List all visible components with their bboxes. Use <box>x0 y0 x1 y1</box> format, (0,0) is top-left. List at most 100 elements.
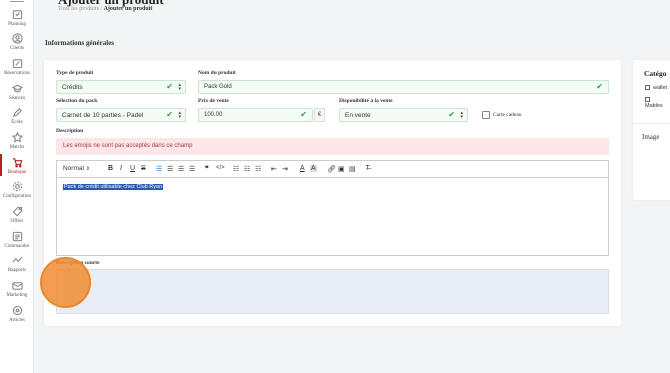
updown-icon: ▴ ▾ <box>178 82 181 92</box>
checkbox-icon <box>645 85 650 91</box>
sidebar-item-boutique[interactable]: Boutique <box>0 154 34 176</box>
product-name-label: Nom du produit <box>198 70 236 76</box>
availability-select[interactable]: En vente ✔ ▴ ▾ <box>339 108 468 122</box>
short-description-input[interactable] <box>56 269 609 314</box>
link-icon[interactable]: 🔗︎ <box>327 165 336 173</box>
breadcrumb-parent-link[interactable]: Tous les produits / <box>58 6 102 12</box>
list-icon <box>12 231 22 242</box>
sidebar-item-matchs[interactable]: Matchs <box>0 132 34 150</box>
gift-card-label: Carte cadeau <box>493 112 522 118</box>
format-select-value: Normal <box>63 165 84 172</box>
sidebar-item-label: École <box>11 120 23 125</box>
checkbox-icon <box>645 97 650 103</box>
product-name-input[interactable]: Pack Gold ✔ <box>198 80 609 94</box>
check-icon: ✔ <box>596 82 603 91</box>
ordered-list-icon[interactable]: ☷ <box>233 165 239 173</box>
sidebar-item-commandes[interactable]: Commandes <box>0 231 34 249</box>
gear-icon <box>12 181 22 192</box>
image-section-title: Image <box>642 133 660 141</box>
sale-price-input[interactable]: 100,00 ✔ <box>198 108 313 122</box>
categories-title: Catégo <box>644 69 667 78</box>
category-option[interactable]: wallet <box>645 85 667 91</box>
sidebar-item-rapports[interactable]: Rapports <box>0 255 34 273</box>
sidebar-item-reservations[interactable]: Réservations <box>0 58 34 76</box>
blockquote-icon[interactable]: ❞ <box>205 165 209 173</box>
format-select[interactable]: Normal ⇕ <box>63 165 90 172</box>
availability-label: Disponibilité à la vente <box>339 98 393 104</box>
bullet-list-icon[interactable]: ☷ <box>244 165 250 173</box>
align-left-icon[interactable]: ☰ <box>156 165 162 173</box>
calendar-edit-icon <box>12 59 22 69</box>
description-editor[interactable]: Pack de crédit utilisable chez Club Ryan <box>56 177 609 256</box>
align-center-icon[interactable]: ☰ <box>167 165 173 173</box>
sidebar-item-articles[interactable]: Articles <box>0 305 34 323</box>
checklist-icon[interactable]: ☷ <box>255 165 261 173</box>
star-icon <box>11 132 23 143</box>
availability-value: En vente <box>345 112 371 119</box>
product-type-select[interactable]: Crédits ✔ ▴ ▾ <box>56 80 186 94</box>
align-justify-icon[interactable]: ☰ <box>189 165 195 173</box>
sidebar-item-top[interactable] <box>0 0 34 2</box>
pack-selection-select[interactable]: Carnet de 10 parties - Padel ✔ ▴ ▾ <box>56 108 186 122</box>
tag-icon <box>12 206 22 217</box>
sidebar-item-ecole[interactable]: École <box>0 107 34 125</box>
bg-color-icon[interactable]: A <box>310 165 317 172</box>
sale-price-value: 100,00 <box>204 112 223 118</box>
sale-price-label: Prix de vente <box>198 98 229 104</box>
breadcrumb: Tous les produits / Ajouter un produit <box>58 6 152 12</box>
category-option-label: Mables <box>645 103 663 109</box>
sidebar-item-label: Rapports <box>7 268 27 273</box>
sidebar-item-label: Réservations <box>4 71 30 76</box>
sidebar-item-clients[interactable]: Clients <box>0 33 34 51</box>
underline-button[interactable]: U <box>130 165 135 172</box>
sidebar-item-planning[interactable]: Planning <box>0 9 34 27</box>
sidebar-item-marketing[interactable]: Marketing <box>0 280 34 298</box>
indent-icon[interactable]: ⇥ <box>282 165 288 173</box>
categories-card <box>633 60 670 200</box>
divider <box>633 123 670 124</box>
category-option-label: wallet <box>653 85 668 91</box>
align-right-icon[interactable]: ☰ <box>178 165 184 173</box>
product-type-label: Type de produit <box>56 70 94 76</box>
video-icon[interactable]: ▤ <box>349 165 356 173</box>
pack-selection-value: Carnet de 10 parties - Padel <box>62 112 144 119</box>
sidebar-item-label: Configuration <box>2 194 32 199</box>
editor-toolbar: Normal ⇕ B I U S ☰ ☰ ☰ ☰ ❞ </> ☷ ☷ ☷ ⇤ ⇥… <box>56 160 609 177</box>
sidebar-item-label: Planning <box>8 22 26 27</box>
sidebar-item-seances[interactable]: Séances <box>0 83 34 101</box>
settings-circle-icon <box>12 305 22 316</box>
description-content: Pack de crédit utilisable chez Club Ryan <box>63 184 164 190</box>
strike-button[interactable]: S <box>141 165 146 172</box>
clear-format-icon[interactable]: T̶ <box>365 165 369 172</box>
product-name-value: Pack Gold <box>204 84 232 90</box>
check-icon: ✔ <box>300 110 307 119</box>
category-option[interactable]: Mables <box>645 97 670 109</box>
sidebar-item-label: Matchs <box>9 145 25 150</box>
bold-button[interactable]: B <box>108 165 113 172</box>
sidebar-item-label: Séances <box>8 96 26 101</box>
text-color-icon[interactable]: A <box>300 165 305 172</box>
section-title: Informations générales <box>45 39 115 47</box>
italic-button[interactable]: I <box>120 165 122 172</box>
updown-icon: ⇕ <box>85 166 90 172</box>
breadcrumb-current: Ajouter un produit <box>103 6 153 12</box>
chart-line-icon <box>11 256 23 263</box>
sidebar: Planning Clients Réservations Séances Éc… <box>0 0 34 373</box>
click-indicator <box>40 257 91 308</box>
user-circle-icon <box>11 33 23 44</box>
graduation-cap-icon <box>11 84 23 93</box>
gift-card-checkbox[interactable] <box>482 111 490 119</box>
calendar-check-icon <box>12 10 22 20</box>
check-icon: ✔ <box>166 82 173 91</box>
currency-addon: € <box>314 108 325 122</box>
pencil-icon <box>12 108 22 118</box>
image-icon[interactable]: ▣ <box>338 165 345 173</box>
sidebar-item-configuration[interactable]: Configuration <box>0 181 34 199</box>
sidebar-item-offres[interactable]: Offres <box>0 206 34 224</box>
mail-icon <box>11 282 23 290</box>
outdent-icon[interactable]: ⇤ <box>271 165 277 173</box>
updown-icon: ▴ ▾ <box>460 110 463 120</box>
code-icon[interactable]: </> <box>216 165 225 171</box>
product-type-value: Crédits <box>62 84 83 91</box>
sidebar-item-label: Marketing <box>6 293 28 298</box>
